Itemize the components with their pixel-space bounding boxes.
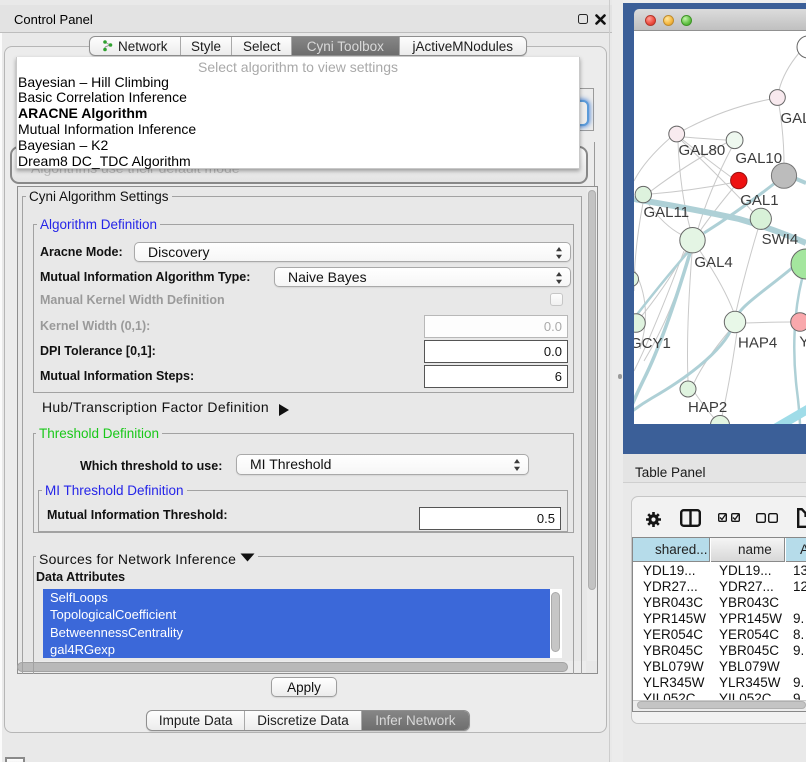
svg-text:GAL1: GAL1 bbox=[740, 192, 778, 209]
svg-text:GCY1: GCY1 bbox=[634, 335, 671, 352]
svg-text:GAL11: GAL11 bbox=[644, 204, 690, 221]
svg-text:HAP4: HAP4 bbox=[738, 335, 777, 352]
svg-text:Y: Y bbox=[799, 334, 806, 351]
svg-text:SWI4: SWI4 bbox=[762, 231, 799, 248]
svg-text:GAL4: GAL4 bbox=[694, 254, 732, 271]
svg-text:HAP2: HAP2 bbox=[688, 399, 727, 416]
svg-text:GAL80: GAL80 bbox=[679, 142, 726, 159]
svg-text:GAL10: GAL10 bbox=[735, 150, 782, 167]
svg-text:GAL7: GAL7 bbox=[781, 110, 806, 127]
